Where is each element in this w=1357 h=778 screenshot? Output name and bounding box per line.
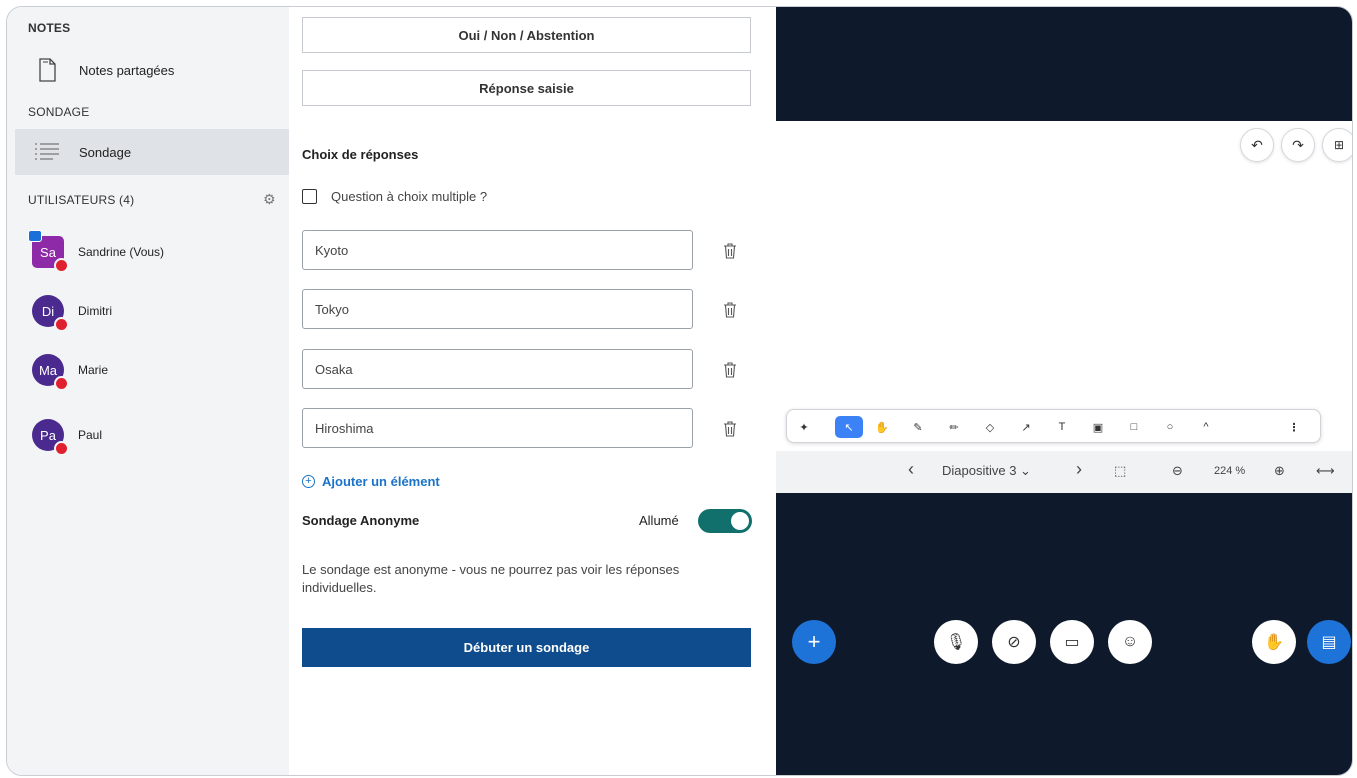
presentation-area: ↶ ↷ ⊞ ✦ ↖ ✋ ✎ ✏ ◇ ↗ T ▣ □ ○ ^ ⋮ ‹ Diapos… — [776, 7, 1352, 775]
add-item-link[interactable]: + Ajouter un élément — [302, 474, 440, 489]
anonymous-note: Le sondage est anonyme - vous ne pourrez… — [302, 562, 680, 595]
menu-logo-icon[interactable]: ✦ — [793, 416, 815, 438]
hand-tool-icon[interactable]: ✋ — [871, 416, 893, 438]
more-options-icon[interactable]: ⋮ — [1283, 416, 1305, 438]
sidebar: NOTES Notes partagées SONDAGE Sondage UT… — [7, 7, 289, 775]
answers-title: Choix de réponses — [302, 147, 419, 162]
user-name: Paul — [78, 428, 103, 442]
slide-navigation: ‹ Diapositive 3 ⌄ › ⬚ ⊖ 224 % ⊕ ⟷ — [776, 451, 1352, 493]
rectangle-tool-icon[interactable]: □ — [1123, 416, 1145, 438]
app-frame: NOTES Notes partagées SONDAGE Sondage UT… — [6, 6, 1353, 776]
chevron-up-icon[interactable]: ^ — [1195, 416, 1217, 438]
mute-mic-icon[interactable]: 🎙 — [934, 620, 978, 664]
user-name: Sandrine (Vous) — [78, 245, 165, 259]
users-header: UTILISATEURS (4) — [28, 193, 135, 207]
plus-circle-icon: + — [302, 475, 315, 488]
anonymous-state: Allumé — [639, 513, 679, 528]
list-icon — [31, 142, 63, 162]
user-item[interactable]: Sa Sandrine (Vous) — [28, 229, 165, 275]
next-slide-icon[interactable]: › — [1076, 459, 1082, 480]
camera-off-icon[interactable]: ⊘ — [992, 620, 1036, 664]
notes-header: NOTES — [28, 21, 71, 35]
avatar: Pa — [32, 419, 69, 456]
zoom-level: 224 % — [1214, 465, 1246, 477]
gear-icon[interactable]: ⚙ — [263, 191, 276, 208]
ellipse-tool-icon[interactable]: ○ — [1159, 416, 1181, 438]
user-item[interactable]: Ma Marie — [32, 347, 108, 393]
muted-mic-icon — [54, 376, 69, 391]
muted-mic-icon — [54, 441, 69, 456]
anonymous-label: Sondage Anonyme — [302, 513, 420, 528]
anonymous-toggle[interactable] — [698, 509, 752, 533]
eraser-tool-icon[interactable]: ◇ — [979, 416, 1001, 438]
reactions-icon[interactable]: ☺ — [1108, 620, 1152, 664]
user-name: Marie — [78, 363, 109, 377]
multi-choice-checkbox[interactable]: Question à choix multiple ? — [302, 189, 487, 204]
avatar: Di — [32, 295, 69, 332]
poll-item-label: Sondage — [79, 144, 132, 160]
zoom-in-icon[interactable]: ⊕ — [1274, 463, 1285, 479]
yes-no-abstain-button[interactable]: Oui / Non / Abstention — [302, 17, 751, 53]
sidebar-item-shared-notes[interactable]: Notes partagées — [15, 47, 289, 93]
typed-response-button[interactable]: Réponse saisie — [302, 70, 751, 106]
add-apps-icon[interactable]: ⊞ — [1322, 128, 1352, 162]
start-poll-button[interactable]: Débuter un sondage — [302, 628, 751, 667]
answer-input[interactable]: Hiroshima — [302, 408, 693, 448]
presenter-icon — [28, 230, 42, 242]
trash-icon[interactable] — [723, 421, 737, 437]
answer-input[interactable]: Osaka — [302, 349, 693, 389]
screen-share-icon[interactable]: ▭ — [1050, 620, 1094, 664]
text-tool-icon[interactable]: T — [1051, 416, 1073, 438]
pen-tool-icon[interactable]: ✎ — [907, 416, 929, 438]
shared-notes-label: Notes partagées — [79, 62, 175, 78]
presentation-icon[interactable]: ▤ — [1307, 620, 1351, 664]
checkbox-icon[interactable] — [302, 189, 317, 204]
user-item[interactable]: Pa Paul — [32, 412, 102, 458]
document-icon — [31, 58, 63, 82]
answer-input[interactable]: Tokyo — [302, 289, 693, 329]
fit-width-icon[interactable]: ⟷ — [1316, 463, 1335, 479]
muted-mic-icon — [54, 317, 69, 332]
zoom-out-icon[interactable]: ⊖ — [1172, 463, 1183, 479]
multi-choice-label: Question à choix multiple ? — [331, 189, 488, 204]
answer-input[interactable]: Kyoto — [302, 230, 693, 270]
user-item[interactable]: Di Dimitri — [32, 288, 112, 334]
poll-header: SONDAGE — [28, 105, 90, 119]
whiteboard-toolbar: ✦ ↖ ✋ ✎ ✏ ◇ ↗ T ▣ □ ○ ^ ⋮ — [786, 409, 1321, 443]
poll-panel: Oui / Non / Abstention Réponse saisie Ch… — [289, 7, 1053, 775]
select-tool-icon[interactable]: ↖ — [835, 416, 863, 438]
avatar: Ma — [32, 354, 69, 391]
sidebar-item-poll[interactable]: Sondage — [15, 129, 289, 175]
avatar: Sa — [28, 230, 69, 273]
slide-selector[interactable]: Diapositive 3 ⌄ — [942, 463, 1031, 479]
chart-icon[interactable]: ⬚ — [1114, 463, 1126, 479]
user-name: Dimitri — [78, 304, 112, 318]
pencil-tool-icon[interactable]: ✏ — [943, 416, 965, 438]
add-action-button[interactable]: + — [792, 620, 836, 664]
previous-slide-icon[interactable]: ‹ — [908, 459, 914, 480]
arrow-tool-icon[interactable]: ↗ — [1015, 416, 1037, 438]
raise-hand-icon[interactable]: ✋ — [1252, 620, 1296, 664]
undo-icon[interactable]: ↶ — [1240, 128, 1274, 162]
trash-icon[interactable] — [723, 243, 737, 259]
redo-icon[interactable]: ↷ — [1281, 128, 1315, 162]
trash-icon[interactable] — [723, 362, 737, 378]
muted-mic-icon — [54, 258, 69, 273]
note-tool-icon[interactable]: ▣ — [1087, 416, 1109, 438]
trash-icon[interactable] — [723, 302, 737, 318]
